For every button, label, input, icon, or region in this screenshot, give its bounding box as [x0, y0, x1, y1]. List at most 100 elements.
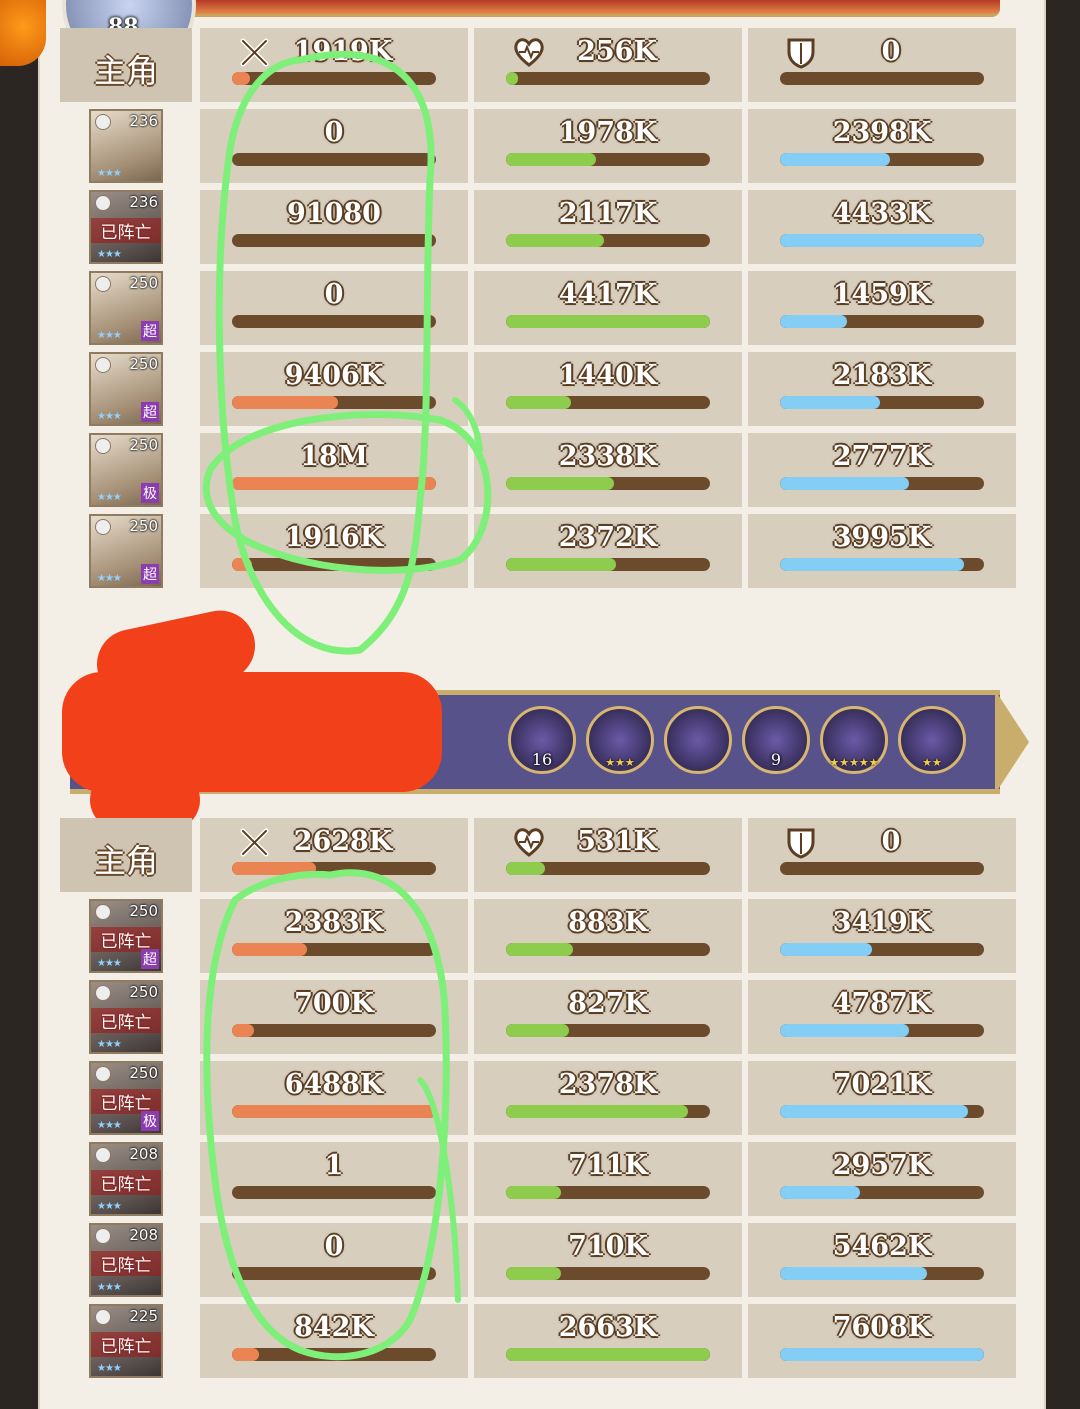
artifact-icon[interactable]: ★★★★★: [820, 706, 888, 774]
pet-icon[interactable]: [0, 0, 46, 66]
dead-status: 已阵亡: [91, 1251, 161, 1276]
damage-value: 842K: [294, 1312, 374, 1343]
damage-bar: [232, 72, 436, 85]
damage-bar-fill: [232, 558, 253, 571]
heal-bar: [506, 477, 710, 490]
damage-value: 0: [324, 117, 344, 148]
heal-bar-fill: [506, 1024, 570, 1037]
element-icon: [95, 904, 111, 920]
hero-level: 250: [129, 355, 158, 373]
hero-portrait[interactable]: 250 ★★★ 已阵亡: [89, 980, 163, 1054]
shield-bar-fill: [780, 477, 909, 490]
grade-badge: 极: [141, 483, 159, 503]
grade-badge: 超: [141, 564, 159, 584]
heal-cell: 883K: [474, 899, 742, 973]
artifact-count: 9: [770, 750, 782, 769]
element-icon: [95, 195, 111, 211]
heal-cell: 711K: [474, 1142, 742, 1216]
hero-portrait[interactable]: 250 ★★★ 已阵亡极: [89, 1061, 163, 1135]
damage-bar-fill: [232, 72, 251, 85]
shield-bar-fill: [780, 1024, 909, 1037]
star-rating: ★★★: [97, 330, 122, 341]
artifact-icon[interactable]: 16: [508, 706, 576, 774]
damage-bar: [232, 1348, 436, 1361]
shield-bar: [780, 1348, 984, 1361]
heal-value: 2663K: [558, 1312, 658, 1343]
heal-value: 2378K: [558, 1069, 658, 1100]
damage-bar: [232, 1105, 436, 1118]
hero-cell: 236 ★★★ 已阵亡: [60, 190, 192, 264]
hero-cell: 208 ★★★ 已阵亡: [60, 1223, 192, 1297]
heal-cell: 1978K: [474, 109, 742, 183]
shield-value: 7021K: [832, 1069, 932, 1100]
hero-portrait[interactable]: 208 ★★★ 已阵亡: [89, 1223, 163, 1297]
artifact-count: 16: [531, 750, 553, 769]
damage-bar: [232, 1267, 436, 1280]
shield-bar-fill: [780, 943, 872, 956]
damage-bar-fill: [232, 477, 436, 490]
artifact-icon[interactable]: ★★★: [586, 706, 654, 774]
hero-cell: 250 ★★★ 已阵亡超: [60, 899, 192, 973]
star-rating: ★★★: [97, 1201, 122, 1212]
grade-badge: 超: [141, 402, 159, 422]
heal-bar-fill: [506, 1348, 710, 1361]
heal-bar: [506, 1024, 710, 1037]
shield-bar: [780, 1186, 984, 1199]
hero-portrait[interactable]: 250 ★★★ 已阵亡超: [89, 899, 163, 973]
element-icon: [95, 1309, 111, 1325]
shield-value: 4787K: [832, 988, 932, 1019]
shield-bar-fill: [780, 315, 848, 328]
heal-value: 2117K: [558, 198, 658, 229]
element-icon: [95, 985, 111, 1001]
hero-portrait[interactable]: 225 ★★★ 已阵亡: [89, 1304, 163, 1378]
artifact-icon[interactable]: [664, 706, 732, 774]
star-rating: ★★★: [97, 168, 122, 179]
damage-cell: 0: [200, 1223, 468, 1297]
shield-value: 3419K: [832, 907, 932, 938]
damage-value: 91080: [287, 198, 381, 229]
damage-cell: 9406K: [200, 352, 468, 426]
damage-bar-fill: [232, 396, 339, 409]
damage-value: 9406K: [284, 360, 384, 391]
damage-value: 0: [324, 1231, 344, 1262]
hero-cell: 250 ★★★ 超: [60, 352, 192, 426]
shield-bar: [780, 862, 984, 875]
heal-cell: 4417K: [474, 271, 742, 345]
heal-cell: 2338K: [474, 433, 742, 507]
hero-portrait[interactable]: 250 ★★★ 超: [89, 514, 163, 588]
damage-bar: [232, 396, 436, 409]
hero-portrait[interactable]: 236 ★★★ 已阵亡: [89, 190, 163, 264]
shield-value: 2398K: [832, 117, 932, 148]
hero-level: 208: [129, 1145, 158, 1163]
damage-cell: 6488K: [200, 1061, 468, 1135]
heal-bar-fill: [506, 1105, 688, 1118]
damage-bar-fill: [232, 862, 316, 875]
element-icon: [95, 1147, 111, 1163]
hero-portrait[interactable]: 236 ★★★: [89, 109, 163, 183]
element-icon: [95, 1228, 111, 1244]
shield-cell: 1459K: [748, 271, 1016, 345]
hero-portrait[interactable]: 208 ★★★ 已阵亡: [89, 1142, 163, 1216]
artifact-icon[interactable]: 9: [742, 706, 810, 774]
heal-cell: 710K: [474, 1223, 742, 1297]
shield-value: 2183K: [832, 360, 932, 391]
artifact-stars: ★★★: [605, 756, 635, 769]
hero-level: 250: [129, 902, 158, 920]
shield-value: 1459K: [832, 279, 932, 310]
hero-cell: 250 ★★★ 已阵亡极: [60, 1061, 192, 1135]
damage-bar: [232, 943, 436, 956]
damage-cell: 0: [200, 109, 468, 183]
dead-status: 已阵亡: [91, 1332, 161, 1357]
heal-bar-fill: [506, 477, 615, 490]
shield-cell: 4433K: [748, 190, 1016, 264]
heal-cell: 2663K: [474, 1304, 742, 1378]
artifact-icon[interactable]: ★★: [898, 706, 966, 774]
star-rating: ★★★: [97, 492, 122, 503]
hero-level: 225: [129, 1307, 158, 1325]
hero-portrait[interactable]: 250 ★★★ 超: [89, 352, 163, 426]
header-bar: [120, 0, 1000, 17]
heal-bar-fill: [506, 396, 572, 409]
hero-cell: 250 ★★★ 极: [60, 433, 192, 507]
hero-portrait[interactable]: 250 ★★★ 极: [89, 433, 163, 507]
hero-portrait[interactable]: 250 ★★★ 超: [89, 271, 163, 345]
